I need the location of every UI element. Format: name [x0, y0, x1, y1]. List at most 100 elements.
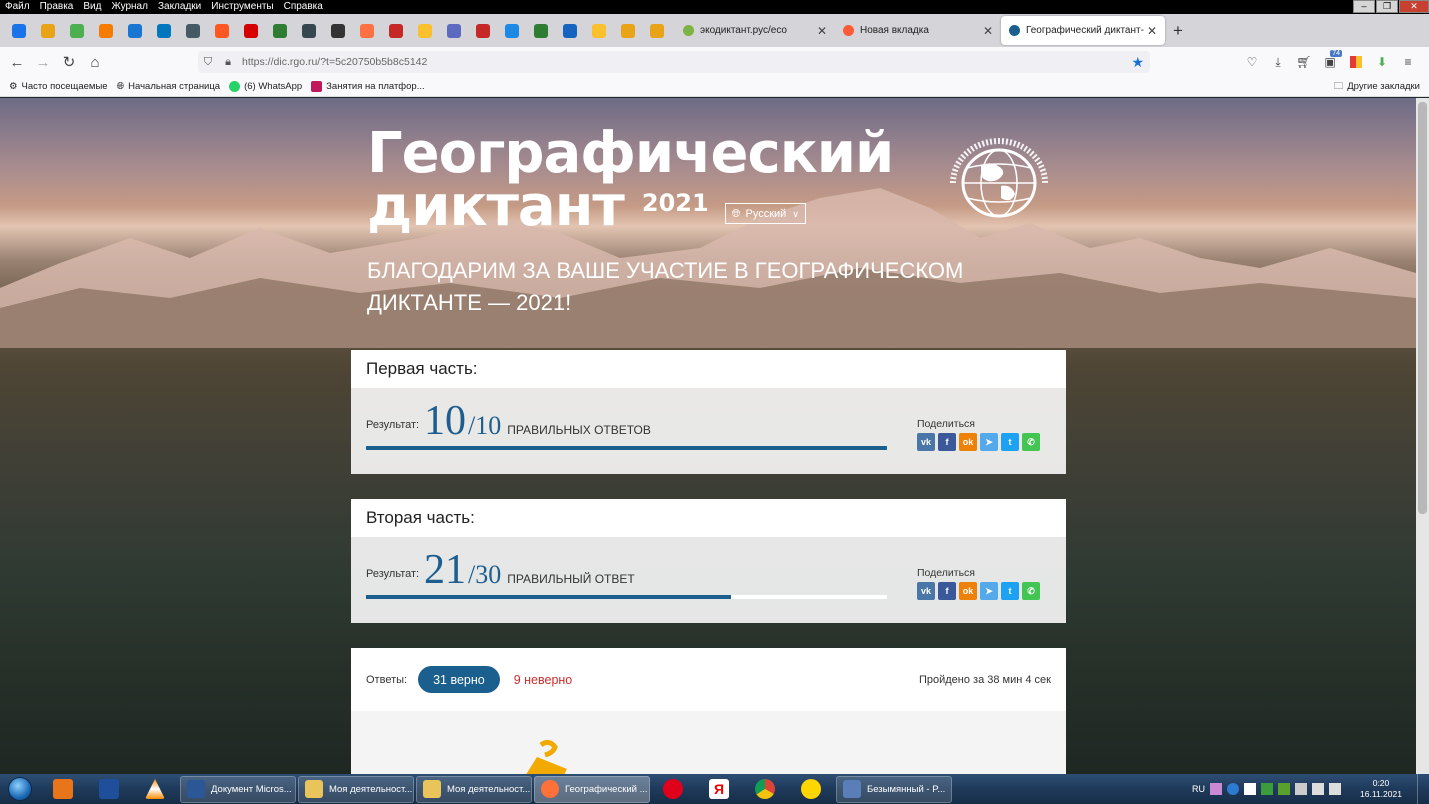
menu-file[interactable]: Файл — [0, 0, 35, 14]
shield-tray-icon[interactable] — [1261, 783, 1273, 795]
network-icon[interactable] — [1329, 783, 1341, 795]
start-button[interactable] — [0, 774, 40, 804]
chrome-icon[interactable] — [742, 775, 788, 803]
antivirus-icon[interactable] — [1278, 783, 1290, 795]
taskbar-paint[interactable]: Безымянный - P... — [836, 775, 952, 803]
pinned-tab-icon[interactable] — [497, 16, 526, 45]
forward-button[interactable]: → — [30, 49, 56, 75]
pinned-tab-icon[interactable] — [468, 16, 497, 45]
pinned-tab-icon[interactable] — [120, 16, 149, 45]
menu-view[interactable]: Вид — [78, 0, 106, 14]
vk-share-icon[interactable]: vk — [917, 433, 935, 451]
vk-share-icon[interactable]: vk — [917, 582, 935, 600]
menu-history[interactable]: Журнал — [106, 0, 153, 14]
minimize-button[interactable]: – — [1353, 0, 1375, 13]
tray-app-icon[interactable] — [1244, 783, 1256, 795]
download-helper-icon[interactable]: ⬇ — [1369, 51, 1395, 73]
facebook-share-icon[interactable]: f — [938, 433, 956, 451]
pinned-tab-icon[interactable] — [584, 16, 613, 45]
pinned-tab-icon[interactable] — [4, 16, 33, 45]
address-bar[interactable]: ⛉ 🔒︎ https://dic.rgo.ru/?t=5c20750b5b8c5… — [198, 51, 1150, 73]
odnoklassniki-share-icon[interactable]: ok — [959, 433, 977, 451]
taskbar-word-document[interactable]: Документ Micros... — [180, 775, 296, 803]
downloads-icon[interactable]: ⤓ — [1265, 51, 1291, 73]
pinned-tab-icon[interactable] — [178, 16, 207, 45]
odnoklassniki-share-icon[interactable]: ok — [959, 582, 977, 600]
other-bookmarks[interactable]: 🗀 Другие закладки — [1334, 79, 1420, 95]
pinned-tab-icon[interactable] — [265, 16, 294, 45]
shield-icon[interactable]: ⛉ — [198, 56, 218, 69]
pinned-tab-icon[interactable] — [410, 16, 439, 45]
bookmark-most-visited[interactable]: ⚙ Часто посещаемые — [9, 81, 108, 92]
opera-icon[interactable] — [650, 775, 696, 803]
correct-answers-button[interactable]: 31 верно — [418, 666, 500, 693]
pinned-tab-icon[interactable] — [352, 16, 381, 45]
pinned-tab-icon[interactable] — [555, 16, 584, 45]
extension-icon[interactable]: ▣ 74 — [1317, 50, 1343, 73]
menu-bookmarks[interactable]: Закладки — [153, 0, 206, 14]
language-indicator[interactable]: RU — [1192, 784, 1205, 794]
pinned-tab-icon[interactable] — [149, 16, 178, 45]
vlc-icon[interactable] — [132, 775, 178, 803]
help-icon[interactable] — [1227, 783, 1239, 795]
menu-help[interactable]: Справка — [279, 0, 328, 14]
show-desktop-button[interactable] — [1417, 774, 1429, 804]
flag-extension-icon[interactable] — [1343, 51, 1369, 73]
whatsapp-share-icon[interactable]: ✆ — [1022, 433, 1040, 451]
bookmark-classes[interactable]: Занятия на платфор... — [311, 81, 425, 92]
pinned-tab-icon[interactable] — [62, 16, 91, 45]
facebook-share-icon[interactable]: f — [938, 582, 956, 600]
menu-edit[interactable]: Правка — [35, 0, 79, 14]
taskbar-folder-2[interactable]: Моя деятельност... — [416, 775, 532, 803]
restore-button[interactable]: ❐ — [1376, 0, 1398, 13]
close-window-button[interactable]: ✕ — [1399, 0, 1429, 13]
scrollbar-thumb[interactable] — [1418, 102, 1427, 514]
twitter-share-icon[interactable]: t — [1001, 433, 1019, 451]
taskbar-firefox[interactable]: Географический ... — [534, 775, 650, 803]
url-text[interactable]: https://dic.rgo.ru/?t=5c20750b5b8c5142 — [242, 56, 427, 68]
back-button[interactable]: ← — [4, 49, 30, 75]
tab-close-icon[interactable]: ✕ — [983, 24, 993, 38]
pinned-tab-icon[interactable] — [323, 16, 352, 45]
pinned-tab-icon[interactable] — [613, 16, 642, 45]
telegram-share-icon[interactable]: ➤ — [980, 582, 998, 600]
pocket-icon[interactable]: ♡ — [1239, 51, 1265, 73]
flag-icon[interactable] — [1312, 783, 1324, 795]
menu-tools[interactable]: Инструменты — [206, 0, 278, 14]
pinned-tab-icon[interactable] — [294, 16, 323, 45]
bookmark-whatsapp[interactable]: (6) WhatsApp — [229, 81, 302, 92]
pinned-tab-icon[interactable] — [381, 16, 410, 45]
pinned-tab-icon[interactable] — [91, 16, 120, 45]
tab-close-icon[interactable]: ✕ — [1147, 24, 1157, 38]
yandex-browser-icon[interactable]: Я — [696, 775, 742, 803]
page-scrollbar[interactable] — [1416, 98, 1429, 774]
home-button[interactable]: ⌂ — [82, 49, 108, 75]
pinned-tab-icon[interactable] — [439, 16, 468, 45]
pinned-tab-icon[interactable] — [526, 16, 555, 45]
twitter-share-icon[interactable]: t — [1001, 582, 1019, 600]
whatsapp-share-icon[interactable]: ✆ — [1022, 582, 1040, 600]
save-disk-icon[interactable] — [86, 775, 132, 803]
bookmark-star-icon[interactable]: ★ — [1131, 54, 1144, 71]
tab-geo-dictant[interactable]: Географический диктант-2021 ✕ — [1001, 16, 1165, 45]
tab-new-tab[interactable]: Новая вкладка ✕ — [835, 16, 1001, 45]
media-player-icon[interactable] — [40, 775, 86, 803]
menu-hamburger-icon[interactable]: ≡ — [1395, 51, 1421, 73]
tab-close-icon[interactable]: ✕ — [817, 24, 827, 38]
taskbar-folder-1[interactable]: Моя деятельност... — [298, 775, 414, 803]
clock[interactable]: 0:20 16.11.2021 — [1349, 778, 1413, 800]
new-tab-button[interactable]: + — [1165, 21, 1191, 41]
lock-icon[interactable]: 🔒︎ — [218, 56, 238, 69]
cart-icon[interactable]: 🛒︎ — [1291, 51, 1317, 73]
smiley-app-icon[interactable] — [788, 775, 834, 803]
tab-ecodictant[interactable]: экодиктант.рус/eco ✕ — [675, 16, 835, 45]
pinned-tab-icon[interactable] — [236, 16, 265, 45]
bookmark-start-page[interactable]: 🌐︎ Начальная страница — [117, 81, 221, 92]
volume-icon[interactable] — [1295, 783, 1307, 795]
language-select[interactable]: 🌐︎ Русский ∨ — [724, 203, 806, 224]
pinned-tab-icon[interactable] — [33, 16, 62, 45]
keyboard-icon[interactable] — [1210, 783, 1222, 795]
wrong-answers-button[interactable]: 9 неверно — [514, 673, 573, 687]
pinned-tab-icon[interactable] — [207, 16, 236, 45]
telegram-share-icon[interactable]: ➤ — [980, 433, 998, 451]
